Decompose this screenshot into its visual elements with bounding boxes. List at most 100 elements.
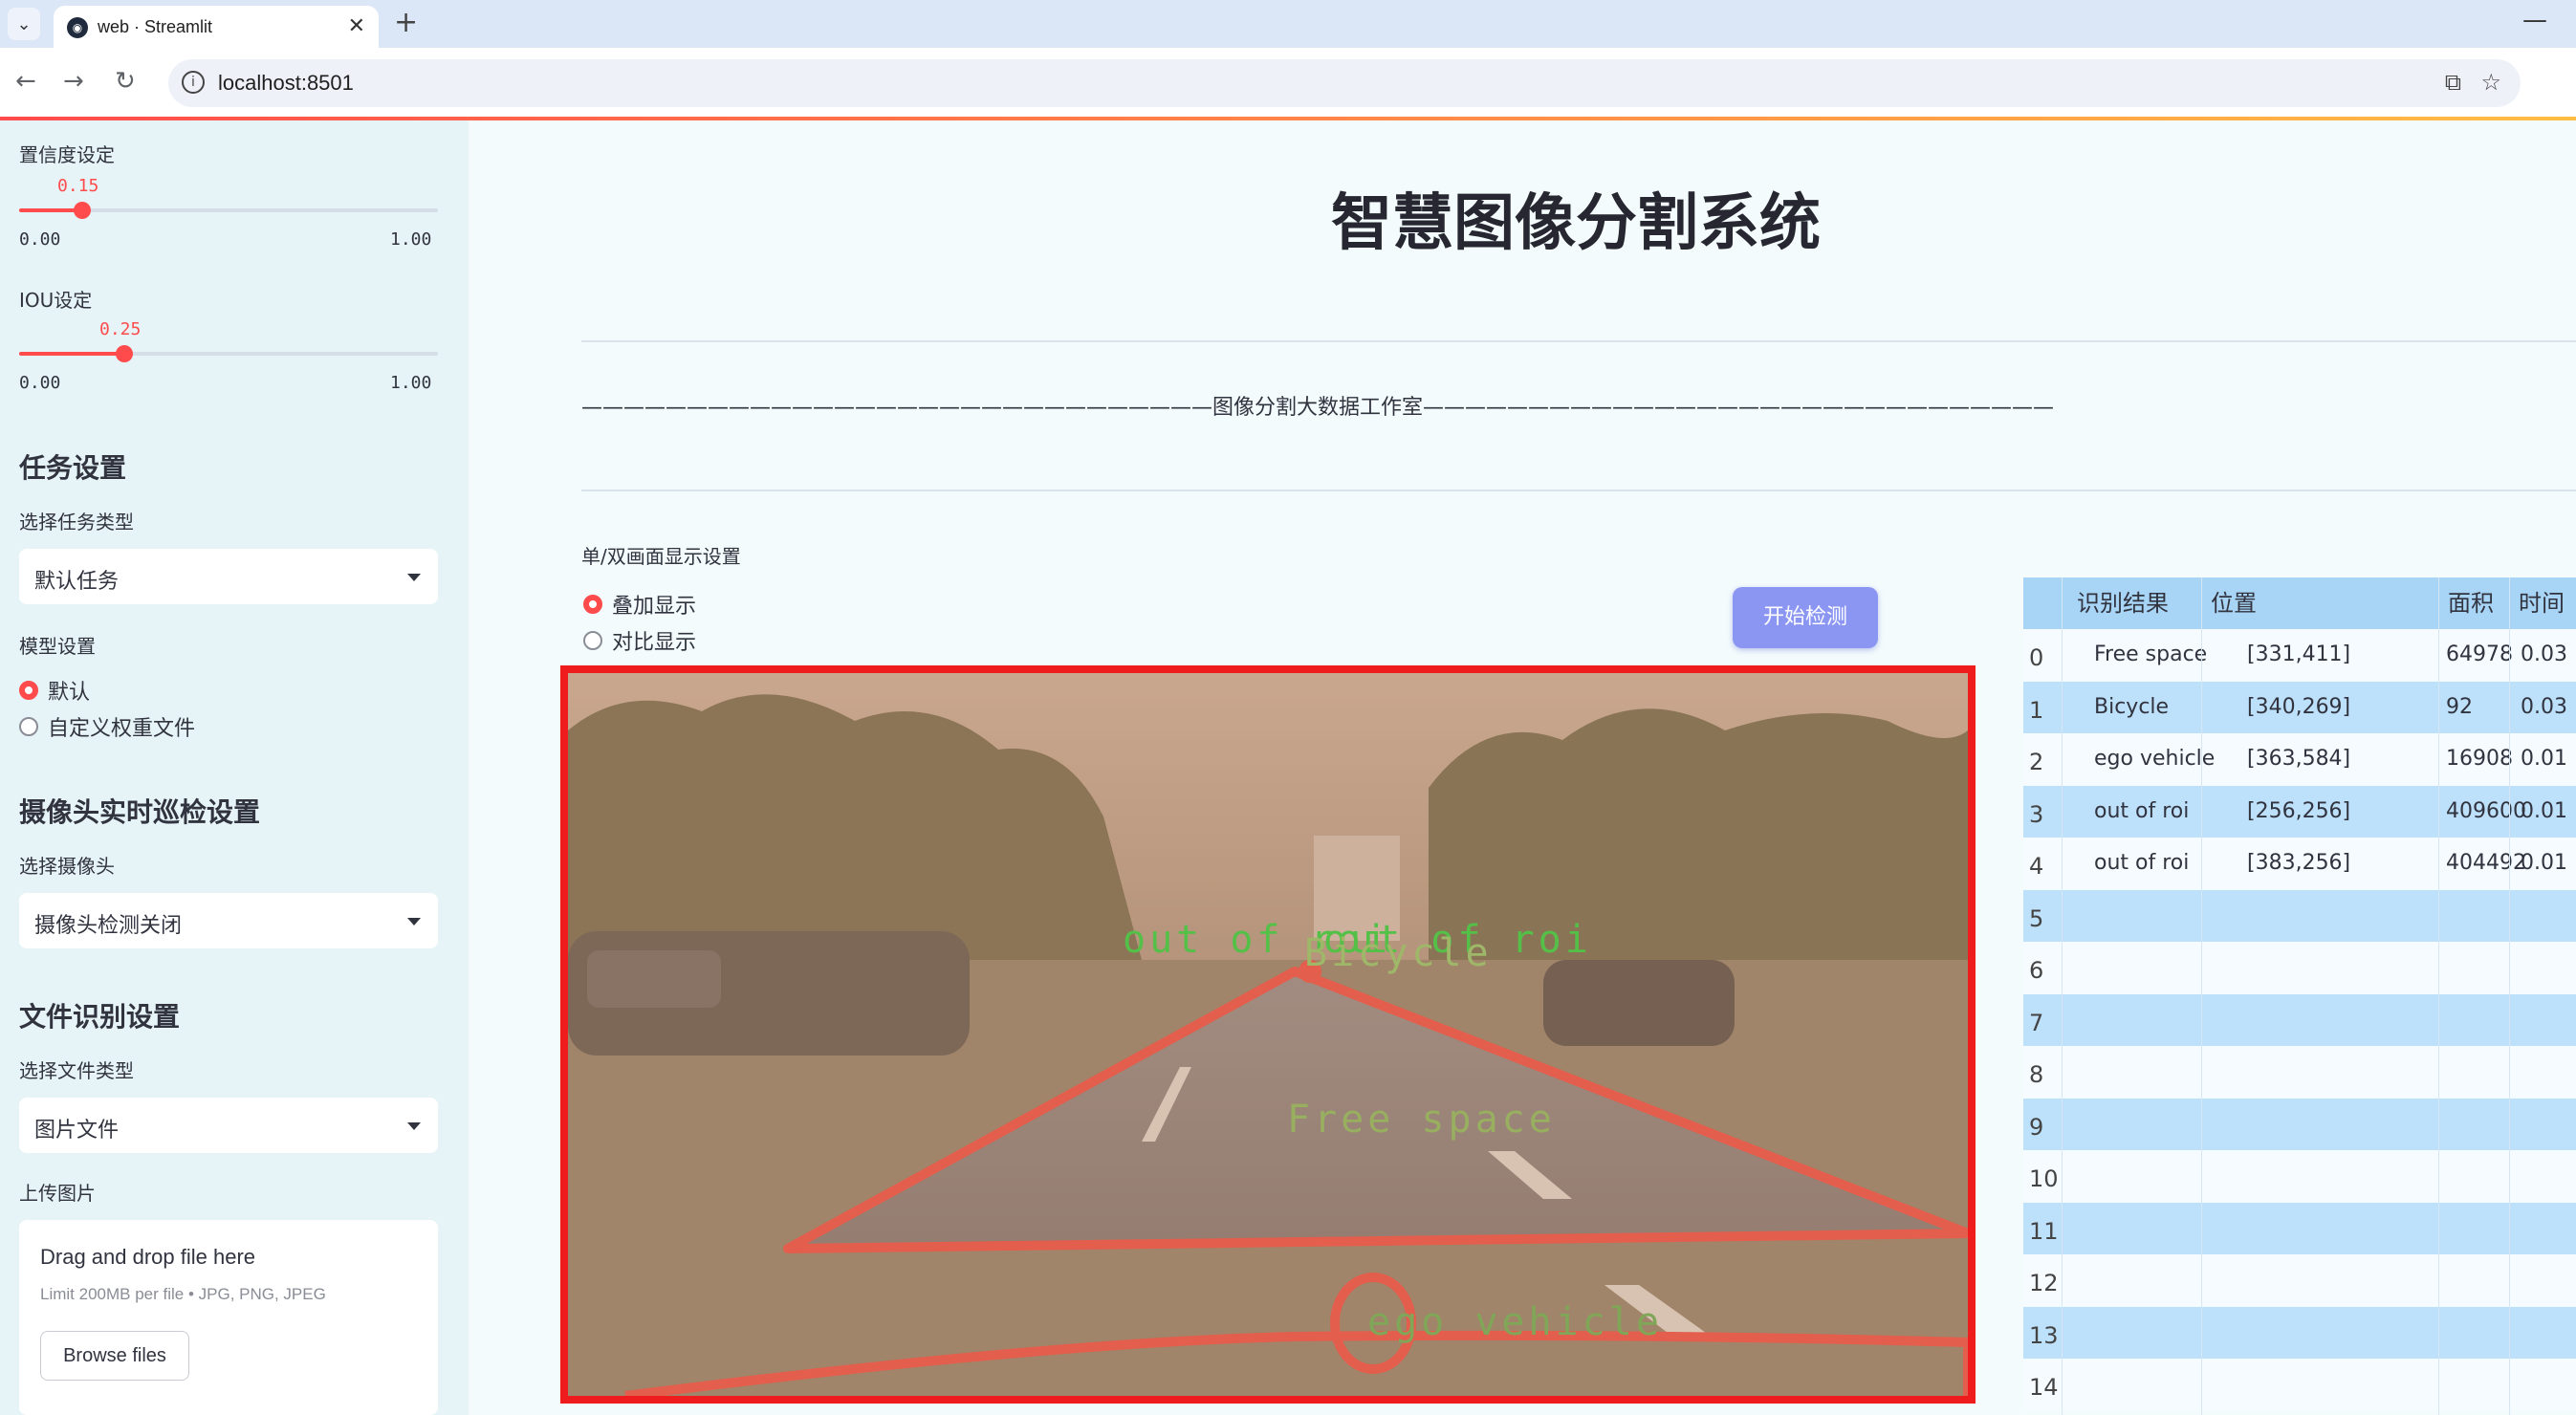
row-index: 0 — [2029, 644, 2044, 671]
table-row[interactable]: 6 — [2023, 942, 2576, 993]
confidence-value: 0.15 — [57, 176, 99, 196]
column-divider — [2062, 577, 2063, 1415]
cell-label: Free space — [2094, 642, 2208, 666]
table-row[interactable]: 4 out of roi [383,256] 404492 0.01 — [2023, 838, 2576, 889]
column-divider — [2509, 577, 2510, 1415]
cell-time: 0.01 — [2521, 798, 2567, 823]
cell-position: [256,256] — [2247, 798, 2351, 823]
translate-icon[interactable]: ⧉ — [2445, 69, 2461, 96]
confidence-slider[interactable] — [19, 202, 438, 219]
task-type-value: 默认任务 — [34, 570, 120, 594]
overlay-tint — [568, 673, 1968, 1396]
new-tab-plus-icon[interactable]: + — [394, 6, 418, 39]
camera-select[interactable]: 摄像头检测关闭 — [19, 893, 438, 948]
segmentation-canvas: out of roi out of roi Bicycle Free space… — [568, 673, 1968, 1396]
iou-max: 1.00 — [390, 373, 432, 393]
radio-selected-icon[interactable] — [19, 681, 38, 700]
model-option-label: 默认 — [48, 681, 91, 705]
task-type-select[interactable]: 默认任务 — [19, 549, 438, 604]
url-text[interactable]: localhost:8501 — [218, 71, 354, 96]
back-arrow-icon[interactable]: ← — [15, 67, 36, 96]
table-row[interactable]: 2 ego vehicle [363,584] 16908 0.01 — [2023, 733, 2576, 785]
iou-min: 0.00 — [19, 373, 61, 393]
display-option-compare[interactable]: 对比显示 — [583, 625, 696, 656]
iou-slider[interactable] — [19, 345, 438, 362]
table-row[interactable]: 10 — [2023, 1150, 2576, 1202]
table-row[interactable]: 9 — [2023, 1098, 2576, 1150]
cell-time: 0.03 — [2521, 694, 2567, 719]
chevron-down-icon — [407, 574, 421, 581]
iou-slider-thumb[interactable] — [115, 345, 133, 362]
table-row[interactable]: 8 — [2023, 1046, 2576, 1098]
model-option-custom[interactable]: 自定义权重文件 — [19, 711, 195, 742]
drag-drop-text: Drag and drop file here — [40, 1245, 256, 1269]
row-index: 6 — [2029, 957, 2044, 984]
cell-area: 16908 — [2446, 747, 2513, 771]
camera-settings-heading: 摄像头实时巡检设置 — [19, 796, 261, 828]
results-table[interactable]: 识别结果 位置 面积 时间 0 Free space [331,411] 64978 0… — [2023, 577, 2576, 1415]
confidence-slider-fill — [19, 208, 82, 212]
forward-arrow-icon[interactable]: → — [63, 67, 84, 96]
file-uploader-dropzone[interactable]: Drag and drop file here Limit 200MB per … — [19, 1220, 438, 1415]
upload-label: 上传图片 — [19, 1182, 96, 1205]
row-index: 4 — [2029, 853, 2044, 880]
camera-value: 摄像头检测关闭 — [34, 914, 183, 938]
radio-unselected-icon[interactable] — [19, 717, 38, 736]
cell-time: 0.01 — [2521, 851, 2567, 875]
model-option-label: 自定义权重文件 — [48, 717, 196, 741]
task-settings-heading: 任务设置 — [19, 452, 127, 484]
tab-close-icon[interactable]: ✕ — [348, 14, 365, 38]
column-header-label[interactable]: 识别结果 — [2077, 577, 2169, 629]
table-row[interactable]: 5 — [2023, 889, 2576, 942]
table-row[interactable]: 3 out of roi [256,256] 409600 0.01 — [2023, 785, 2576, 838]
confidence-label: 置信度设定 — [19, 143, 115, 166]
column-header-time[interactable]: 时间 — [2519, 577, 2565, 629]
row-index: 3 — [2029, 800, 2044, 828]
iou-slider-fill — [19, 352, 124, 356]
iou-value: 0.25 — [99, 319, 142, 339]
table-row[interactable]: 11 — [2023, 1202, 2576, 1254]
start-detection-button[interactable]: 开始检测 — [1733, 587, 1878, 648]
camera-select-label: 选择摄像头 — [19, 855, 115, 878]
reload-icon[interactable]: ↻ — [115, 67, 136, 96]
table-row[interactable]: 1 Bicycle [340,269] 92 0.03 — [2023, 681, 2576, 733]
chevron-down-icon — [407, 918, 421, 925]
radio-unselected-icon[interactable] — [583, 631, 602, 650]
table-row[interactable]: 7 — [2023, 993, 2576, 1046]
sidebar: 置信度设定 0.15 0.00 1.00 IOU设定 0.25 0.00 1.0… — [0, 120, 469, 1415]
table-row[interactable]: 13 — [2023, 1306, 2576, 1359]
file-type-select[interactable]: 图片文件 — [19, 1098, 438, 1153]
row-index: 1 — [2029, 696, 2044, 724]
site-info-icon[interactable]: i — [182, 71, 205, 94]
browser-tab-bar: ⌄ ◉ web · Streamlit ✕ + — — [0, 0, 2576, 48]
confidence-slider-thumb[interactable] — [73, 202, 91, 219]
row-index: 11 — [2029, 1217, 2059, 1245]
table-row[interactable]: 14 — [2023, 1359, 2576, 1410]
upload-limit-text: Limit 200MB per file • JPG, PNG, JPEG — [40, 1285, 326, 1303]
tab-title: web · Streamlit — [98, 17, 213, 36]
model-option-default[interactable]: 默认 — [19, 675, 90, 706]
column-header-area[interactable]: 面积 — [2448, 577, 2494, 629]
browse-files-button[interactable]: Browse files — [40, 1331, 189, 1381]
column-header-position[interactable]: 位置 — [2211, 577, 2257, 629]
table-row[interactable]: 0 Free space [331,411] 64978 0.03 — [2023, 629, 2576, 681]
row-index: 5 — [2029, 904, 2044, 932]
row-index: 14 — [2029, 1374, 2059, 1401]
studio-banner: ——————————————————————————————图像分割大数据工作室… — [581, 396, 2055, 420]
tab-search-chevron-icon[interactable]: ⌄ — [8, 8, 40, 40]
window-minimize-icon[interactable]: — — [2522, 6, 2547, 34]
confidence-min: 0.00 — [19, 229, 61, 250]
cell-area: 92 — [2446, 694, 2473, 719]
file-settings-heading: 文件识别设置 — [19, 1001, 181, 1033]
cell-area: 409600 — [2446, 798, 2526, 823]
radio-selected-icon[interactable] — [583, 595, 602, 614]
address-bar: ← → ↻ i localhost:8501 ⧉ ☆ — [0, 48, 2576, 117]
column-divider — [2201, 577, 2202, 1415]
table-row[interactable]: 12 — [2023, 1254, 2576, 1306]
url-omnibox[interactable]: i localhost:8501 ⧉ ☆ — [168, 59, 2521, 107]
display-option-overlay[interactable]: 叠加显示 — [583, 589, 696, 620]
bookmark-star-icon[interactable]: ☆ — [2480, 69, 2501, 96]
cell-label: Bicycle — [2094, 694, 2170, 719]
column-divider — [2438, 577, 2439, 1415]
browser-tab[interactable]: ◉ web · Streamlit ✕ — [54, 6, 379, 48]
